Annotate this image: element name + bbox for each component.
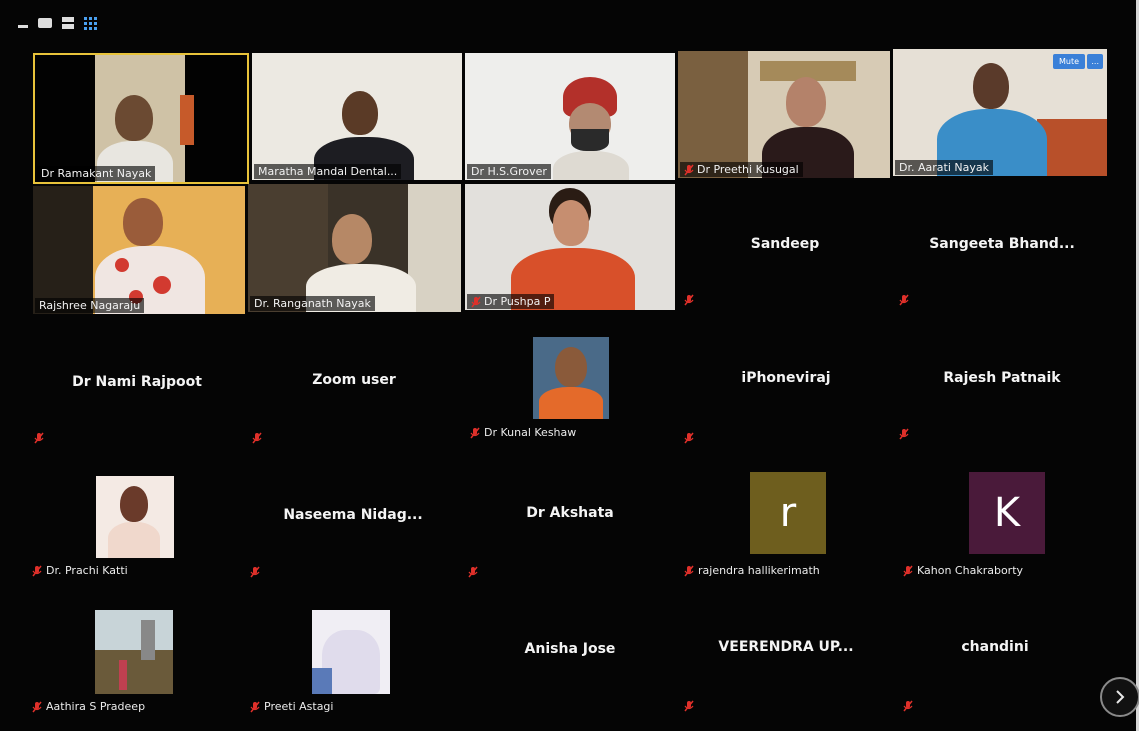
participant-tile[interactable]: VEERENDRA UP...: [680, 592, 892, 722]
avatar: r: [750, 472, 826, 554]
participant-name-label: rajendra hallikerimath: [684, 564, 820, 578]
zoom-gallery-view: Dr Ramakant Nayak Maratha Mandal Dental.…: [0, 0, 1139, 731]
participant-name: Rajesh Patnaik: [943, 370, 1061, 386]
stacked-view-icon[interactable]: [62, 17, 74, 29]
video-tile[interactable]: Dr Pushpa P: [465, 184, 675, 310]
profile-photo: [312, 610, 390, 694]
next-page-button[interactable]: [1100, 677, 1139, 717]
muted-mic-icon: [684, 700, 694, 712]
muted-mic-icon: [684, 565, 694, 577]
participant-tile[interactable]: r rajendra hallikerimath: [680, 456, 892, 586]
minimize-icon[interactable]: [18, 18, 28, 28]
video-tile[interactable]: Dr Ramakant Nayak: [33, 53, 249, 184]
participant-name-label: Preeti Astagi: [250, 700, 333, 714]
participant-name: iPhoneviraj: [741, 370, 831, 386]
muted-mic-icon: [684, 432, 694, 444]
participant-name: VEERENDRA UP...: [718, 639, 854, 655]
participant-tile[interactable]: Aathira S Pradeep: [28, 592, 242, 722]
participant-tile[interactable]: Dr Nami Rajpoot: [30, 318, 244, 448]
participant-name-label: Dr Kunal Keshaw: [470, 426, 576, 440]
video-tile[interactable]: Mute ... Dr. Aarati Nayak: [893, 49, 1107, 176]
participant-name-label: Dr. Prachi Katti: [32, 564, 128, 578]
muted-mic-icon: [252, 432, 262, 444]
participant-tile[interactable]: Anisha Jose: [464, 592, 676, 722]
more-options-button[interactable]: ...: [1087, 54, 1103, 69]
muted-mic-icon: [684, 164, 694, 175]
muted-mic-icon: [903, 700, 913, 712]
video-tile[interactable]: Rajshree Nagaraju: [33, 186, 245, 314]
participant-tile[interactable]: chandini: [895, 592, 1095, 722]
participant-name-label: Dr. Aarati Nayak: [895, 160, 993, 175]
participant-tile[interactable]: Dr. Prachi Katti: [28, 456, 242, 586]
muted-mic-icon: [250, 701, 260, 713]
participant-tile[interactable]: Naseema Nidag...: [246, 456, 460, 586]
participant-tile[interactable]: iPhoneviraj: [680, 318, 892, 448]
participant-tile[interactable]: Dr Kunal Keshaw: [464, 318, 676, 448]
participant-tile[interactable]: Rajesh Patnaik: [895, 318, 1109, 448]
video-tile[interactable]: Maratha Mandal Dental...: [252, 53, 462, 180]
participant-name: chandini: [961, 639, 1029, 655]
participant-name-label: Dr Preethi Kusugal: [680, 162, 803, 177]
gallery-view-icon[interactable]: [84, 16, 97, 30]
participant-name-label: Aathira S Pradeep: [32, 700, 145, 714]
participant-tile[interactable]: Dr Akshata: [464, 456, 676, 586]
participant-name-label: Kahon Chakraborty: [903, 564, 1023, 578]
profile-photo: [533, 337, 609, 419]
muted-mic-icon: [470, 427, 480, 439]
muted-mic-icon: [899, 294, 909, 306]
muted-mic-icon: [32, 701, 42, 713]
muted-mic-icon: [899, 428, 909, 440]
participant-name: Sangeeta Bhand...: [929, 236, 1075, 252]
top-toolbar: [18, 10, 97, 36]
mute-button[interactable]: Mute: [1052, 54, 1085, 69]
muted-mic-icon: [468, 566, 478, 578]
participant-tile[interactable]: Sangeeta Bhand...: [895, 184, 1109, 310]
speaker-view-icon[interactable]: [38, 18, 52, 28]
participant-name: Zoom user: [312, 372, 396, 388]
video-tile[interactable]: Dr H.S.Grover: [465, 53, 675, 180]
participant-name: Dr Nami Rajpoot: [72, 374, 202, 390]
avatar: K: [969, 472, 1045, 554]
participant-name: Dr Akshata: [526, 505, 614, 521]
participant-name-label: Maratha Mandal Dental...: [254, 164, 402, 179]
muted-mic-icon: [684, 294, 694, 306]
muted-mic-icon: [250, 566, 260, 578]
participant-name: Anisha Jose: [524, 641, 616, 657]
participant-name-label: Rajshree Nagaraju: [35, 298, 145, 313]
video-tile[interactable]: Dr Preethi Kusugal: [678, 51, 890, 178]
participant-name-label: Dr Pushpa P: [467, 294, 555, 309]
chevron-right-icon: [1116, 690, 1125, 704]
profile-photo: [96, 476, 174, 558]
participant-tile[interactable]: Zoom user: [248, 318, 460, 448]
participant-tile[interactable]: Preeti Astagi: [246, 592, 460, 722]
participant-name-label: Dr H.S.Grover: [467, 164, 551, 179]
profile-photo: [95, 610, 173, 694]
participant-name: Naseema Nidag...: [283, 507, 423, 523]
participant-tile[interactable]: Sandeep: [680, 184, 890, 310]
participant-name: Sandeep: [750, 236, 820, 252]
muted-mic-icon: [32, 565, 42, 577]
video-tile[interactable]: Dr. Ranganath Nayak: [248, 184, 461, 312]
muted-mic-icon: [903, 565, 913, 577]
muted-mic-icon: [471, 296, 481, 307]
participant-name-label: Dr. Ranganath Nayak: [250, 296, 375, 311]
participant-name-label: Dr Ramakant Nayak: [37, 166, 156, 181]
participant-tile[interactable]: K Kahon Chakraborty: [895, 456, 1109, 586]
muted-mic-icon: [34, 432, 44, 444]
